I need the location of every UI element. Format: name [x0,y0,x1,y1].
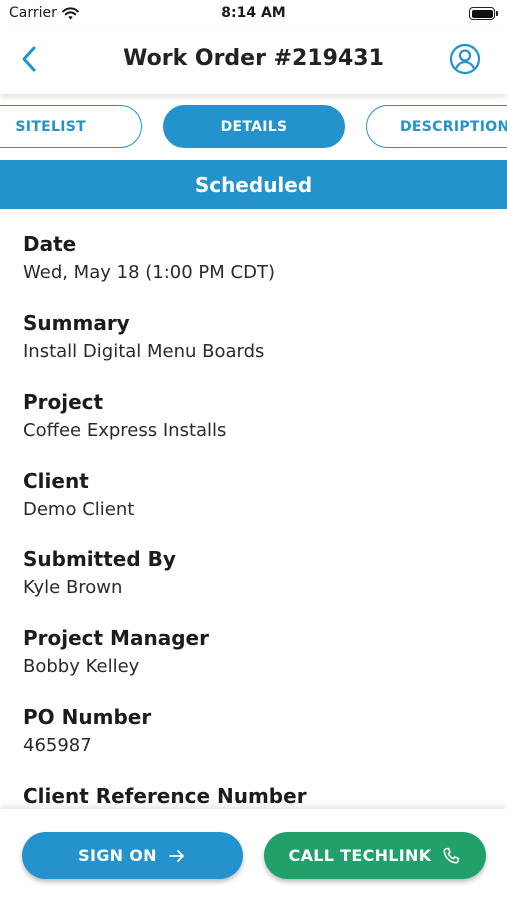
field-value: Wed, May 18 (1:00 PM CDT) [23,262,275,283]
user-circle-icon [449,43,481,75]
field-label: Client Reference Number [23,784,307,808]
clock: 8:14 AM [221,5,286,21]
tab-sitelist-label: SITELIST [15,118,86,135]
field-label: PO Number [23,705,152,729]
field-submitted-by: Submitted By Kyle Brown [23,546,176,600]
page-title: Work Order #219431 [123,46,384,71]
field-po-number: PO Number 465987 [23,704,151,758]
field-value: Bobby Kelley [23,656,140,677]
field-client: Client Demo Client [23,468,134,522]
profile-button[interactable] [449,43,481,75]
status-bar: Carrier 8:14 AM [0,0,507,28]
tab-details-label: DETAILS [220,118,288,135]
field-project: Project Coffee Express Installs [23,389,226,443]
sign-on-label: SIGN ON [78,846,157,865]
field-value: Kyle Brown [23,577,123,598]
details-list: Date Wed, May 18 (1:00 PM CDT) Summary I… [0,209,507,809]
field-label: Date [23,232,77,256]
field-value: Demo Client [23,499,135,520]
tab-bar: SITELIST DETAILS DESCRIPTION [0,94,507,160]
field-value: Install Digital Menu Boards [23,341,265,362]
status-label: Scheduled [194,172,313,197]
battery-level [471,9,493,18]
arrow-right-icon [168,849,184,862]
tab-description[interactable]: DESCRIPTION [366,105,507,148]
nav-bar: Work Order #219431 [0,28,507,94]
call-techlink-label: CALL TECHLINK [288,846,432,865]
field-summary: Summary Install Digital Menu Boards [23,310,264,364]
tab-sitelist[interactable]: SITELIST [0,105,142,148]
field-value: 465987 [23,735,92,756]
field-label: Submitted By [23,547,176,571]
sign-on-button[interactable]: SIGN ON [22,832,243,879]
phone-icon [444,847,460,863]
field-client-reference-number: Client Reference Number [23,783,307,809]
field-date: Date Wed, May 18 (1:00 PM CDT) [23,231,275,285]
field-value: Coffee Express Installs [23,420,227,441]
status-banner: Scheduled [0,160,507,209]
field-label: Project [23,390,104,414]
bottom-action-bar: SIGN ON CALL TECHLINK [0,809,507,900]
call-techlink-button[interactable]: CALL TECHLINK [264,832,486,879]
field-label: Client [23,469,89,493]
tab-details[interactable]: DETAILS [163,105,345,148]
field-project-manager: Project Manager Bobby Kelley [23,625,209,679]
field-label: Project Manager [23,626,209,650]
battery-icon [469,7,498,20]
tab-description-label: DESCRIPTION [400,118,507,135]
field-label: Summary [23,311,130,335]
